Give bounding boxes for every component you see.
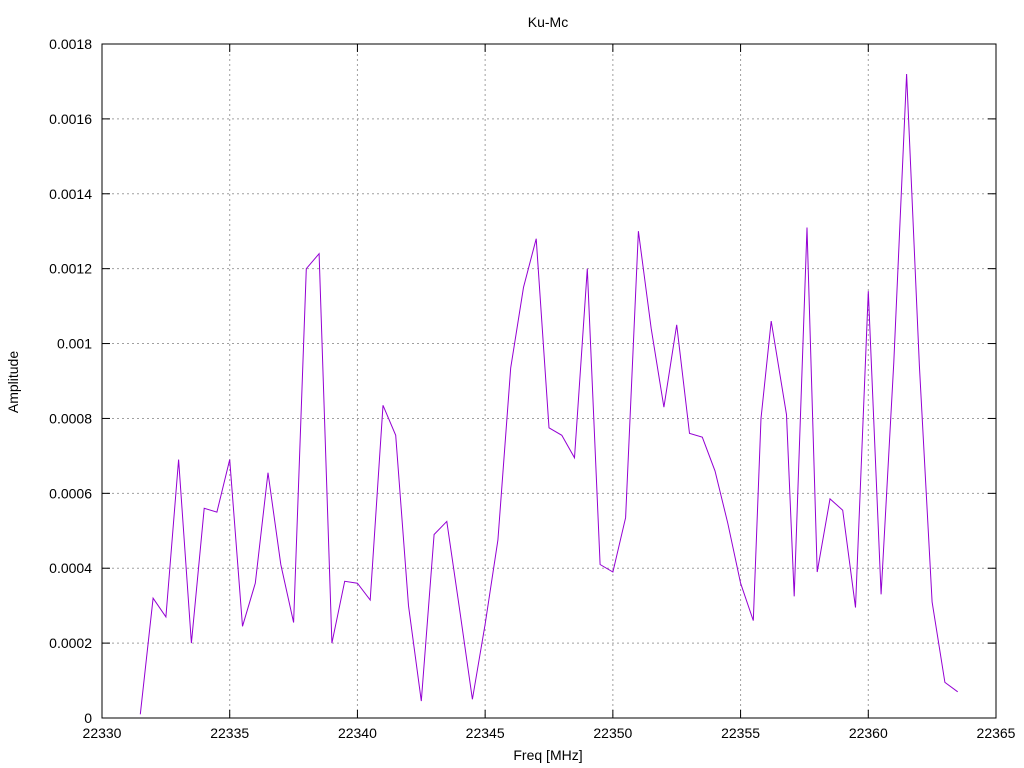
y-tick-label: 0.0016	[49, 111, 92, 127]
grid-lines	[102, 44, 996, 718]
series-line	[139, 73, 958, 715]
x-axis-title: Freq [MHz]	[513, 747, 582, 763]
x-tick-label: 22335	[210, 725, 249, 741]
y-axis-title: Amplitude	[5, 351, 21, 413]
x-tick-label: 22360	[849, 725, 888, 741]
series-layer	[139, 73, 958, 715]
x-tick-label: 22340	[338, 725, 377, 741]
y-tick-label: 0.0008	[49, 410, 92, 426]
line-chart: 22330 22335 22340 22345 22350 22355 22360 22365…	[5, 14, 1016, 763]
y-tick-label: 0	[84, 710, 92, 726]
x-tick-label: 22345	[466, 725, 505, 741]
y-tick-label: 0.0012	[49, 261, 92, 277]
y-tick-label: 0.001	[57, 336, 92, 352]
y-tick-label: 0.0018	[49, 36, 92, 52]
y-tick-label: 0.0014	[49, 186, 92, 202]
x-tick-labels: 22330 22335 22340 22345 22350 22355 22360 22365	[83, 725, 1016, 741]
chart-title: Ku-Mc	[528, 14, 568, 30]
y-tick-label: 0.0002	[49, 635, 92, 651]
y-tick-label: 0.0004	[49, 560, 92, 576]
y-tick-label: 0.0006	[49, 485, 92, 501]
x-tick-label: 22365	[977, 725, 1016, 741]
y-tick-labels: 0 0.0002 0.0004 0.0006 0.0008 0.001 0.0012 0.00…	[49, 36, 92, 726]
tick-marks	[101, 43, 997, 719]
plot-frame	[101, 43, 997, 719]
x-tick-label: 22350	[593, 725, 632, 741]
x-tick-label: 22355	[721, 725, 760, 741]
x-tick-label: 22330	[83, 725, 122, 741]
